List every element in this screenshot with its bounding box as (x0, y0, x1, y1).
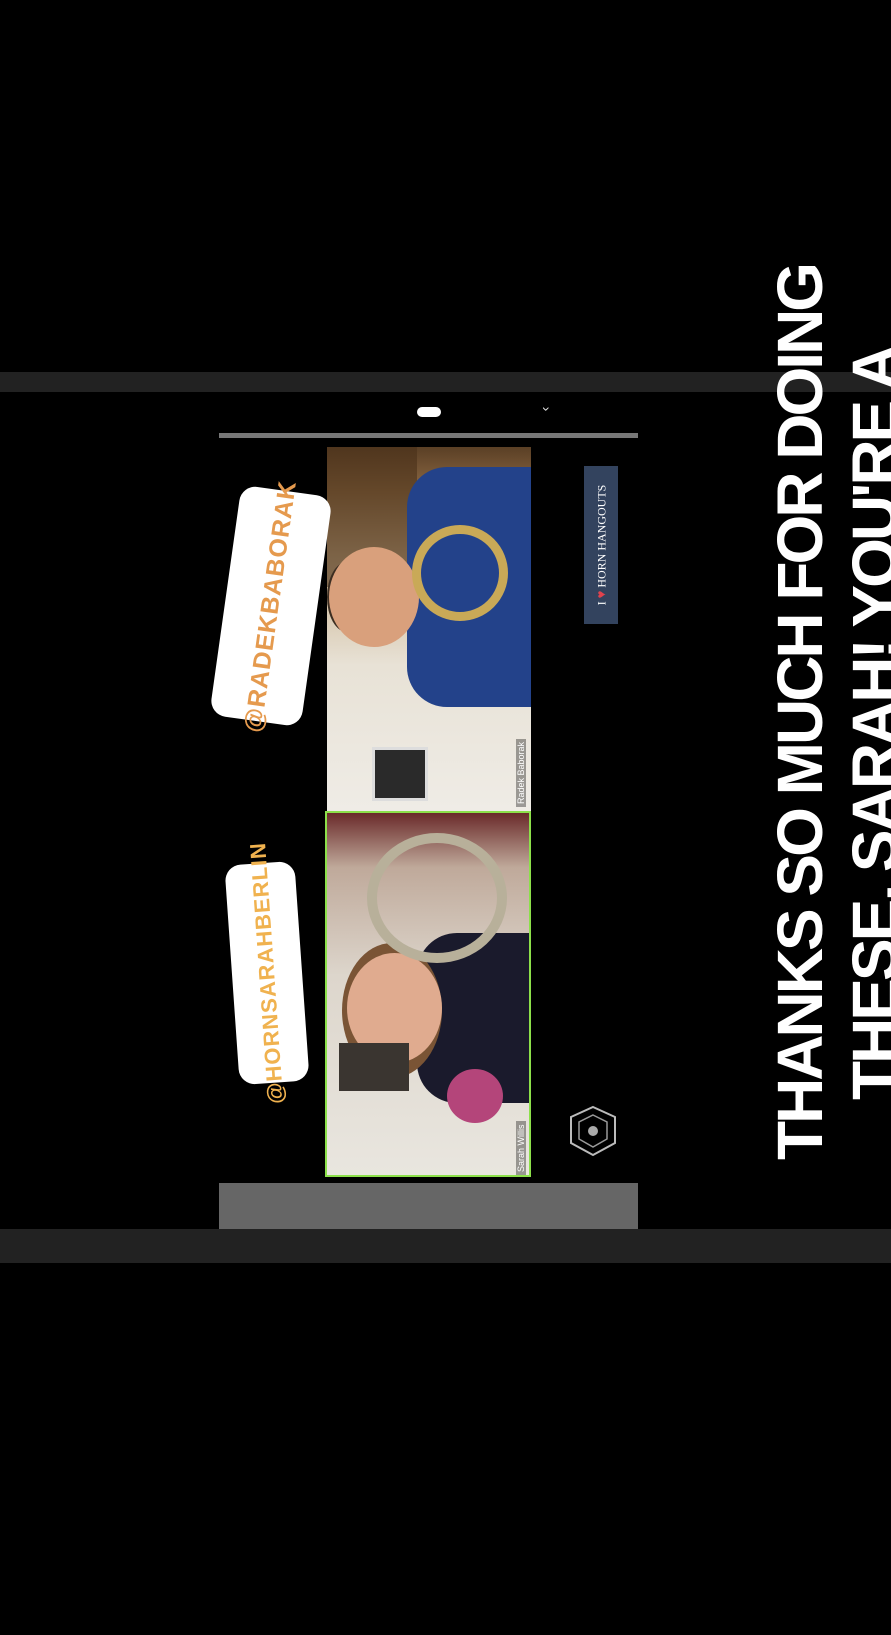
drag-handle-icon[interactable] (417, 407, 441, 417)
flowers (447, 1069, 503, 1123)
lamp (339, 1043, 409, 1091)
picture-frame (372, 747, 428, 801)
call-bottom-bar (219, 1183, 638, 1229)
bottom-band (0, 1229, 891, 1263)
participant-name-label: Radek Baborak (516, 738, 526, 807)
logo-prefix: I (594, 601, 609, 606)
video-tile-sarah[interactable] (325, 811, 531, 1177)
french-horn-icon (367, 833, 507, 963)
caption-line: THANKS SO MUCH FOR DOING (764, 264, 836, 1160)
top-band (0, 372, 891, 392)
call-top-bar (219, 433, 638, 438)
chevron-down-icon[interactable]: › (539, 402, 555, 416)
french-horn-icon (412, 525, 508, 621)
mention-sticker-text: @HORNSARAHBERLIN (244, 841, 289, 1105)
person-head (329, 547, 419, 647)
logo-text: HORN HANGOUTS (594, 484, 609, 588)
mention-sticker-hornsarahberlin[interactable]: @HORNSARAHBERLIN (224, 841, 310, 1105)
horn-hangouts-logo: I ♥ HORN HANGOUTS (584, 466, 618, 624)
video-tile-radek[interactable] (327, 447, 531, 811)
crest-logo-icon (570, 1105, 616, 1157)
mention-sticker-radek[interactable]: @RADEKBABORAK (209, 478, 333, 734)
participant-name-label: Sarah Willis (516, 1121, 526, 1175)
mention-sticker-text: @RADEKBABORAK (238, 478, 303, 734)
heart-icon: ♥ (593, 590, 609, 599)
caption-line: THESE, SARAH! YOU'RE A (839, 347, 891, 1100)
